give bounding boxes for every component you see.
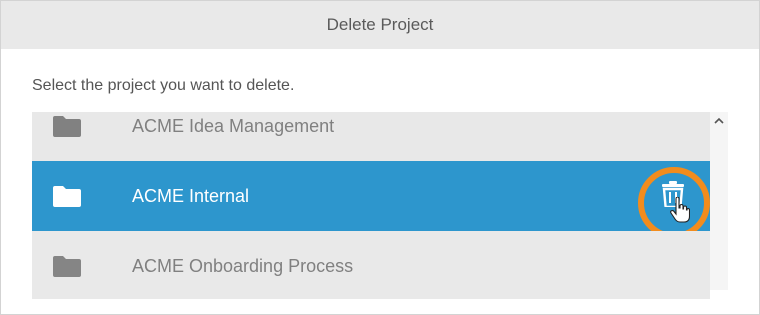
project-label: ACME Idea Management [132,115,335,136]
chevron-up-icon[interactable] [713,116,725,126]
folder-icon [53,256,81,277]
project-row-acme-internal[interactable]: ACME Internal [32,161,710,239]
folder-icon [53,116,81,137]
folder-icon [53,186,81,207]
delete-project-dialog: Delete Project Select the project you wa… [0,0,760,315]
project-label: ACME Internal [132,185,250,206]
project-list: ACME Idea Management ACME Internal ACME … [32,112,710,299]
hand-cursor-icon [670,197,690,223]
project-row-acme-idea-management[interactable]: ACME Idea Management [32,112,710,161]
project-row-acme-onboarding-process[interactable]: ACME Onboarding Process [32,231,710,299]
dialog-title: Delete Project [326,15,434,34]
delete-project-button[interactable] [638,167,710,239]
instruction-text: Select the project you want to delete. [32,77,295,94]
dialog-header: Delete Project [1,1,759,49]
list-scrollbar[interactable] [710,112,728,290]
project-label: ACME Onboarding Process [132,255,354,276]
